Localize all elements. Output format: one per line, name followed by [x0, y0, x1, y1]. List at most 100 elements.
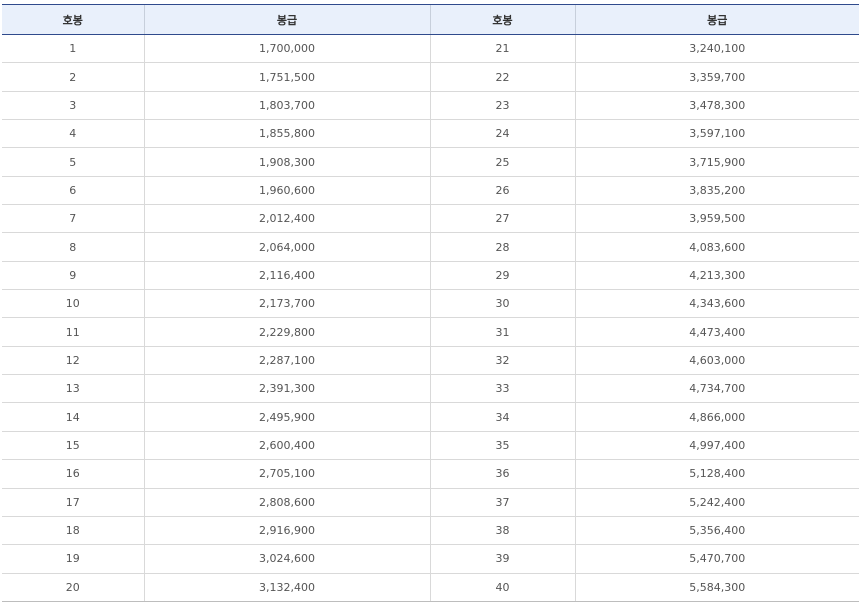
table-row: 14 2,495,900 34 4,866,000 [2, 402, 859, 432]
cell-salary-right: 5,242,400 [574, 488, 859, 517]
table-row: 4 1,855,800 24 3,597,100 [2, 119, 859, 149]
cell-step-right: 29 [429, 261, 575, 291]
table-body: 1 1,700,000 21 3,240,100 2 1,751,500 22 3,359,7… [2, 34, 859, 602]
cell-step-left: 8 [2, 232, 144, 262]
cell-step-left: 7 [2, 204, 144, 234]
cell-salary-right: 4,083,600 [574, 232, 859, 262]
cell-step-right: 33 [429, 374, 575, 404]
cell-salary-left: 1,908,300 [143, 147, 430, 177]
cell-salary-left: 2,012,400 [143, 204, 430, 234]
table-row: 12 2,287,100 32 4,603,000 [2, 346, 859, 376]
cell-step-left: 1 [2, 34, 144, 64]
header-step-left: 호봉 [2, 4, 144, 35]
cell-step-left: 14 [2, 402, 144, 432]
cell-step-left: 4 [2, 119, 144, 149]
table-row: 8 2,064,000 28 4,083,600 [2, 232, 859, 262]
cell-salary-right: 4,997,400 [574, 431, 859, 461]
table-row: 5 1,908,300 25 3,715,900 [2, 147, 859, 177]
cell-salary-left: 2,064,000 [143, 232, 430, 262]
cell-salary-right: 4,866,000 [574, 402, 859, 432]
cell-salary-left: 1,855,800 [143, 119, 430, 149]
table-header-row: 호봉 봉급 호봉 봉급 [2, 4, 859, 35]
cell-salary-right: 4,603,000 [574, 346, 859, 376]
cell-salary-left: 2,116,400 [143, 261, 430, 291]
table-row: 20 3,132,400 40 5,584,300 [2, 573, 859, 602]
header-salary-left: 봉급 [143, 4, 430, 35]
cell-salary-right: 4,734,700 [574, 374, 859, 404]
cell-salary-left: 2,391,300 [143, 374, 430, 404]
cell-step-right: 26 [429, 176, 575, 206]
salary-table-container: 호봉 봉급 호봉 봉급 1 1,700,000 21 3,240,100 2 1,751,… [2, 4, 859, 602]
cell-step-left: 2 [2, 62, 144, 92]
salary-step-table: 호봉 봉급 호봉 봉급 1 1,700,000 21 3,240,100 2 1,751,… [2, 4, 859, 602]
cell-step-left: 18 [2, 516, 144, 546]
cell-step-left: 15 [2, 431, 144, 461]
cell-step-right: 27 [429, 204, 575, 234]
cell-step-left: 19 [2, 544, 144, 574]
cell-step-right: 30 [429, 289, 575, 319]
cell-step-left: 20 [2, 573, 144, 602]
cell-step-left: 17 [2, 488, 144, 517]
cell-salary-left: 2,173,700 [143, 289, 430, 319]
cell-salary-left: 1,751,500 [143, 62, 430, 92]
cell-salary-left: 3,024,600 [143, 544, 430, 574]
cell-step-right: 23 [429, 91, 575, 121]
cell-step-right: 37 [429, 488, 575, 517]
table-row: 7 2,012,400 27 3,959,500 [2, 204, 859, 234]
table-row: 18 2,916,900 38 5,356,400 [2, 516, 859, 546]
table-row: 15 2,600,400 35 4,997,400 [2, 431, 859, 461]
cell-salary-left: 1,960,600 [143, 176, 430, 206]
cell-step-right: 39 [429, 544, 575, 574]
cell-salary-left: 2,229,800 [143, 317, 430, 347]
cell-step-right: 31 [429, 317, 575, 347]
cell-step-right: 36 [429, 459, 575, 489]
cell-salary-right: 5,356,400 [574, 516, 859, 546]
table-row: 16 2,705,100 36 5,128,400 [2, 459, 859, 489]
table-row: 13 2,391,300 33 4,734,700 [2, 374, 859, 404]
cell-salary-right: 3,359,700 [574, 62, 859, 92]
table-row: 2 1,751,500 22 3,359,700 [2, 62, 859, 92]
cell-step-left: 16 [2, 459, 144, 489]
cell-step-left: 3 [2, 91, 144, 121]
cell-step-right: 28 [429, 232, 575, 262]
cell-salary-left: 2,287,100 [143, 346, 430, 376]
cell-step-right: 38 [429, 516, 575, 546]
table-row: 10 2,173,700 30 4,343,600 [2, 289, 859, 319]
cell-step-right: 32 [429, 346, 575, 376]
cell-step-right: 34 [429, 402, 575, 432]
table-row: 6 1,960,600 26 3,835,200 [2, 176, 859, 206]
cell-salary-right: 5,584,300 [574, 573, 859, 602]
header-salary-right: 봉급 [574, 4, 859, 35]
cell-salary-right: 3,835,200 [574, 176, 859, 206]
cell-step-left: 13 [2, 374, 144, 404]
cell-step-right: 25 [429, 147, 575, 177]
cell-step-right: 24 [429, 119, 575, 149]
cell-salary-left: 3,132,400 [143, 573, 430, 602]
cell-salary-left: 1,803,700 [143, 91, 430, 121]
cell-salary-right: 3,959,500 [574, 204, 859, 234]
cell-step-left: 10 [2, 289, 144, 319]
cell-salary-right: 3,715,900 [574, 147, 859, 177]
cell-salary-right: 3,597,100 [574, 119, 859, 149]
cell-step-left: 6 [2, 176, 144, 206]
cell-step-left: 9 [2, 261, 144, 291]
cell-step-right: 40 [429, 573, 575, 602]
cell-salary-right: 3,240,100 [574, 34, 859, 64]
table-row: 17 2,808,600 37 5,242,400 [2, 488, 859, 517]
cell-salary-right: 5,128,400 [574, 459, 859, 489]
cell-salary-left: 2,808,600 [143, 488, 430, 517]
cell-step-right: 35 [429, 431, 575, 461]
cell-salary-left: 2,600,400 [143, 431, 430, 461]
table-row: 9 2,116,400 29 4,213,300 [2, 261, 859, 291]
cell-salary-left: 2,916,900 [143, 516, 430, 546]
cell-step-right: 21 [429, 34, 575, 64]
cell-step-left: 11 [2, 317, 144, 347]
table-row: 19 3,024,600 39 5,470,700 [2, 544, 859, 574]
header-step-right: 호봉 [429, 4, 575, 35]
cell-salary-right: 4,473,400 [574, 317, 859, 347]
table-row: 11 2,229,800 31 4,473,400 [2, 317, 859, 347]
cell-step-left: 5 [2, 147, 144, 177]
cell-salary-right: 3,478,300 [574, 91, 859, 121]
table-row: 3 1,803,700 23 3,478,300 [2, 91, 859, 121]
cell-salary-right: 4,213,300 [574, 261, 859, 291]
